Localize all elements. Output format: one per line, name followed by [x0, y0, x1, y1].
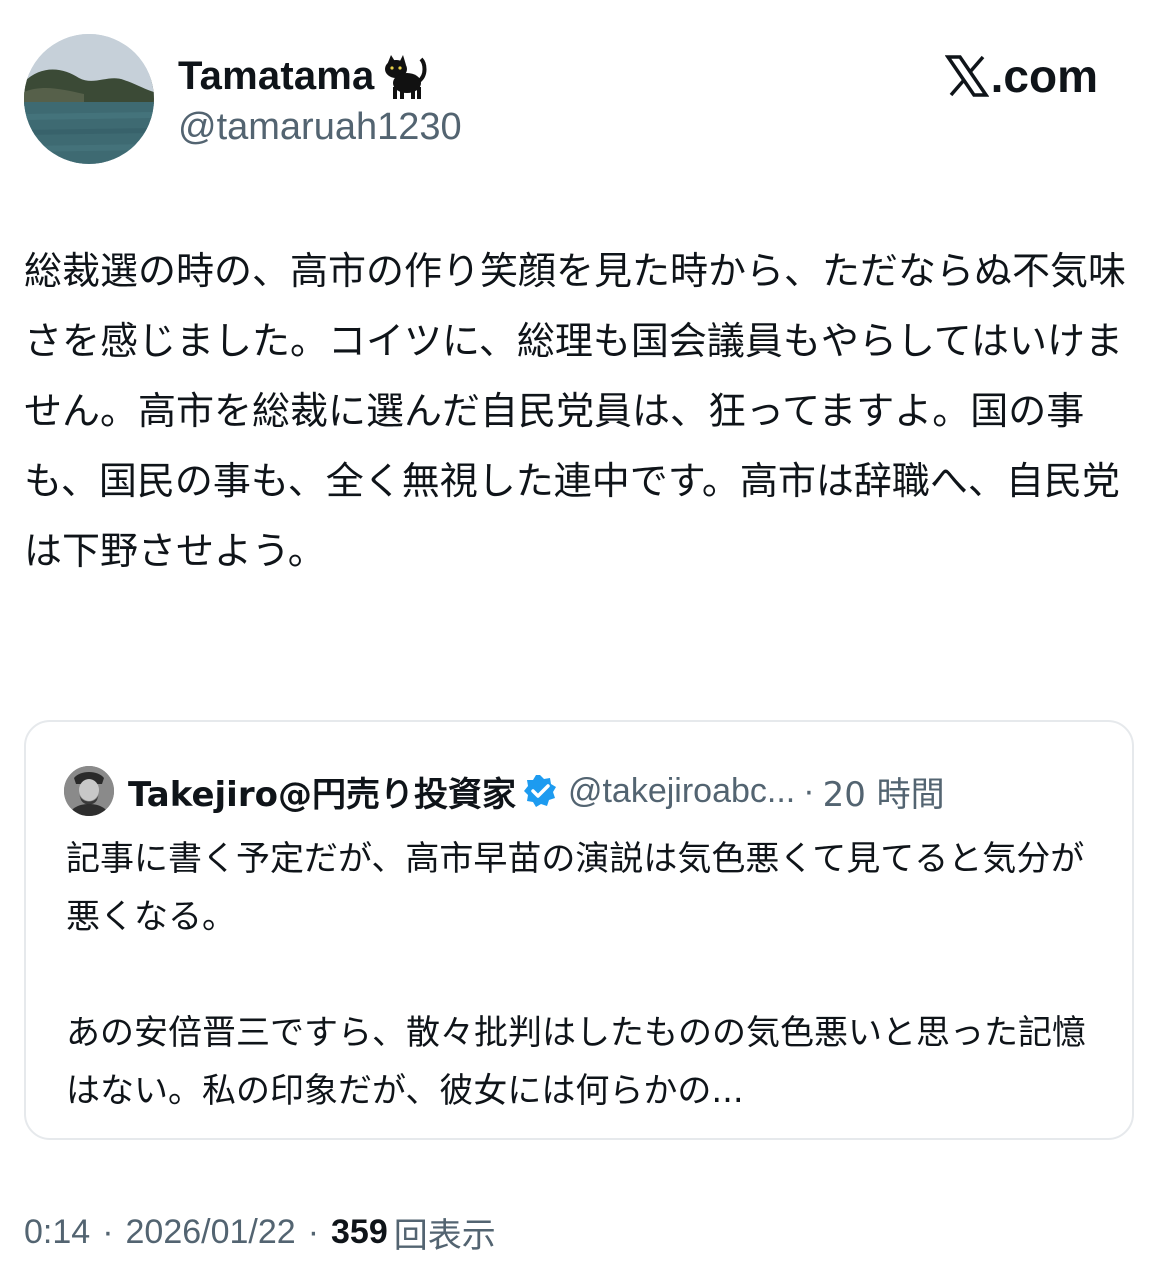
lake-landscape-avatar: [24, 34, 154, 164]
author-handle[interactable]: @tamaruah1230: [178, 106, 462, 149]
quoted-timestamp[interactable]: 20 時間: [823, 767, 945, 816]
author-avatar[interactable]: [24, 34, 154, 164]
quoted-author-name[interactable]: Takejiro@円売り投資家: [128, 767, 516, 816]
quoted-author-handle[interactable]: @takejiroabc...: [568, 772, 795, 811]
author-display-name[interactable]: Tamatama: [178, 54, 375, 99]
quoted-tweet[interactable]: Takejiro@円売り投資家 @takejiroabc... · 20 時間 …: [24, 720, 1134, 1140]
quoted-tweet-header: Takejiro@円売り投資家 @takejiroabc... · 20 時間: [64, 764, 945, 818]
tweet-date[interactable]: 2026/01/22: [126, 1213, 296, 1252]
person-avatar: [64, 766, 114, 816]
x-com-brand: .com: [944, 48, 1098, 104]
quoted-separator: ·: [803, 771, 815, 810]
meta-separator-2: ·: [307, 1212, 320, 1251]
tweet-meta: 0:14 · 2026/01/22 · 359 回表示: [24, 1204, 496, 1260]
views-count: 359: [331, 1212, 388, 1251]
verified-badge-icon: [523, 775, 556, 807]
tweet-text: 総裁選の時の、高市の作り笑顔を見た時から、ただならぬ不気味さを感じました。コイツ…: [24, 249, 1127, 573]
views-label: 回表示: [393, 1215, 496, 1256]
brand-text: .com: [990, 50, 1098, 102]
quoted-author-avatar[interactable]: [64, 766, 114, 816]
x-logo-icon: [944, 55, 989, 97]
tweet-time[interactable]: 0:14: [24, 1213, 90, 1252]
author-name-row[interactable]: Tamatama: [178, 46, 429, 106]
quoted-tweet-text: 記事に書く予定だが、高市早苗の演説は気色悪くて見てると気分が悪くなる。 あの安倍…: [66, 839, 1086, 1111]
meta-separator: ·: [102, 1212, 114, 1251]
black-cat-icon: [384, 55, 427, 99]
